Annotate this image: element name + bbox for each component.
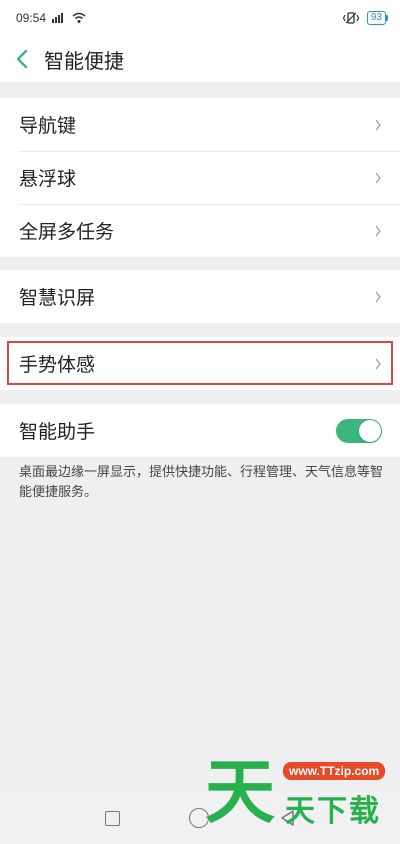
status-time: 09:54: [16, 11, 47, 25]
settings-group-3: 手势体感: [0, 337, 400, 390]
smart-screen-recognition-item[interactable]: 智慧识屏: [0, 270, 400, 323]
chevron-left-icon: [16, 50, 28, 68]
signal-icon: [52, 13, 66, 23]
toggle-knob: [359, 419, 381, 442]
floating-ball-item[interactable]: 悬浮球: [0, 151, 400, 204]
item-label: 智能助手: [19, 422, 96, 443]
chevron-right-icon: [375, 358, 381, 369]
status-bar: 09:54 93: [0, 0, 400, 36]
smart-assistant-toggle[interactable]: [336, 418, 382, 443]
battery-indicator: 93: [366, 11, 389, 25]
wifi-icon: [72, 12, 86, 23]
item-label: 全屏多任务: [19, 222, 115, 243]
recents-button[interactable]: [104, 810, 120, 826]
settings-group-4: 智能助手: [0, 404, 400, 457]
gesture-motion-item[interactable]: 手势体感: [0, 337, 400, 390]
watermark-logo: 天: [205, 751, 275, 833]
item-label: 导航键: [19, 116, 77, 137]
item-label: 智慧识屏: [19, 288, 96, 309]
item-label: 悬浮球: [19, 169, 77, 190]
chevron-right-icon: [375, 225, 381, 236]
back-button[interactable]: [0, 36, 44, 82]
smart-assistant-description: 桌面最边缘一屏显示，提供快捷功能、行程管理、天气信息等智能便捷服务。: [19, 464, 384, 499]
item-label: 手势体感: [19, 355, 96, 376]
app-header: 智能便捷: [0, 36, 400, 82]
status-left: 09:54: [16, 11, 86, 25]
chevron-right-icon: [375, 291, 381, 302]
watermark-text: 天下载: [285, 794, 381, 829]
chevron-right-icon: [375, 119, 381, 130]
watermark-url: www.TTzip.com: [283, 762, 386, 780]
nav-keys-item[interactable]: 导航键: [0, 98, 400, 151]
vibrate-icon: [342, 12, 359, 24]
settings-group-1: 导航键 悬浮球 全屏多任务: [0, 98, 400, 257]
watermark: 天 www.TTzip.com 天下载: [205, 752, 395, 832]
chevron-right-icon: [375, 172, 381, 183]
page-title: 智能便捷: [44, 50, 124, 73]
settings-group-2: 智慧识屏: [0, 270, 400, 323]
smart-assistant-item: 智能助手: [0, 404, 400, 457]
status-right: 93: [342, 11, 389, 25]
fullscreen-multitask-item[interactable]: 全屏多任务: [0, 204, 400, 257]
